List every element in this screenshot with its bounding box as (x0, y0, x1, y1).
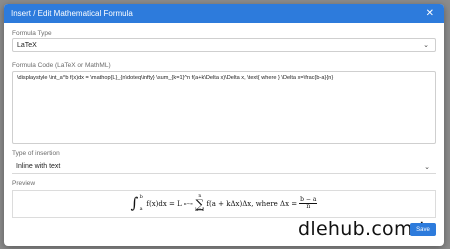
chevron-down-icon: ⌄ (423, 42, 429, 49)
formula-type-select[interactable]: LaTeX ⌄ (12, 38, 436, 52)
formula-type-value: LaTeX (17, 41, 37, 49)
sum-sign: n ∑ k=1 (195, 193, 205, 214)
insertion-type-label: Type of insertion (12, 150, 60, 157)
formula-preview: ∫ b a f(x)dx = Ln→∞ n ∑ k=1 f(a + kΔx)Δx, … (12, 190, 436, 218)
integral-sign: ∫ b a (130, 194, 143, 213)
fraction-denominator: n (306, 203, 311, 211)
rendered-formula: ∫ b a f(x)dx = Ln→∞ n ∑ k=1 f(a + kΔx)Δx, … (130, 193, 318, 214)
formula-part-1: f(x)dx = L (146, 199, 182, 208)
dialog-title: Insert / Edit Mathematical Formula (11, 9, 133, 18)
formula-code-label: Formula Code (LaTeX or MathML) (12, 62, 111, 69)
close-icon[interactable]: ✕ (426, 8, 434, 19)
formula-code-textarea[interactable]: \displaystyle \int_a^b f(x)dx = \mathop{… (12, 71, 436, 144)
save-button[interactable]: Save (410, 223, 436, 236)
sum-lower: k=1 (195, 208, 205, 214)
dialog-titlebar: Insert / Edit Mathematical Formula ✕ (4, 4, 444, 23)
math-formula-dialog: Insert / Edit Mathematical Formula ✕ For… (4, 4, 444, 246)
insertion-type-value: Inline with text (16, 163, 61, 170)
formula-part-2: f(a + kΔx)Δx, where Δx = (206, 199, 298, 208)
insertion-type-select[interactable]: Inline with text ⌄ (12, 160, 436, 174)
preview-label: Preview (12, 180, 36, 187)
integral-lower: a (139, 206, 143, 213)
formula-type-label: Formula Type (12, 30, 52, 37)
integral-upper: b (139, 194, 143, 201)
fraction: b − a n (299, 196, 318, 211)
chevron-down-icon: ⌄ (424, 163, 430, 171)
limit-subscript: n→∞ (183, 201, 194, 207)
